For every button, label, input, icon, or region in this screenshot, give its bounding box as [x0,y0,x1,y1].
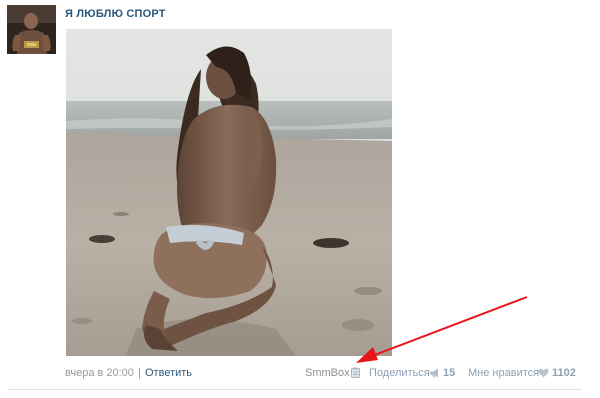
community-avatar[interactable] [7,5,56,54]
heart-icon[interactable] [538,368,549,378]
post-photo[interactable] [66,29,392,356]
avatar-image [7,5,56,54]
share-count: 15 [443,367,456,379]
wall-post: Я ЛЮБЛЮ СПОРТ вчера в 20:00 | Ответить S… [0,0,600,398]
post-footer: вчера в 20:00 | Ответить SmmBox Поделить… [65,367,580,381]
reply-link[interactable]: Ответить [145,367,192,379]
community-name[interactable]: Я ЛЮБЛЮ СПОРТ [65,8,166,20]
like-count: 1102 [552,367,576,379]
post-date[interactable]: вчера в 20:00 [65,367,134,379]
megaphone-icon[interactable] [429,368,440,378]
beach-photo [66,29,392,356]
smmbox-link[interactable]: SmmBox [305,367,350,379]
clipboard-icon[interactable] [351,367,360,378]
post-divider [8,389,582,390]
like-button[interactable]: Мне нравится [468,367,539,379]
share-button[interactable]: Поделиться [369,367,430,379]
separator: | [138,367,141,379]
